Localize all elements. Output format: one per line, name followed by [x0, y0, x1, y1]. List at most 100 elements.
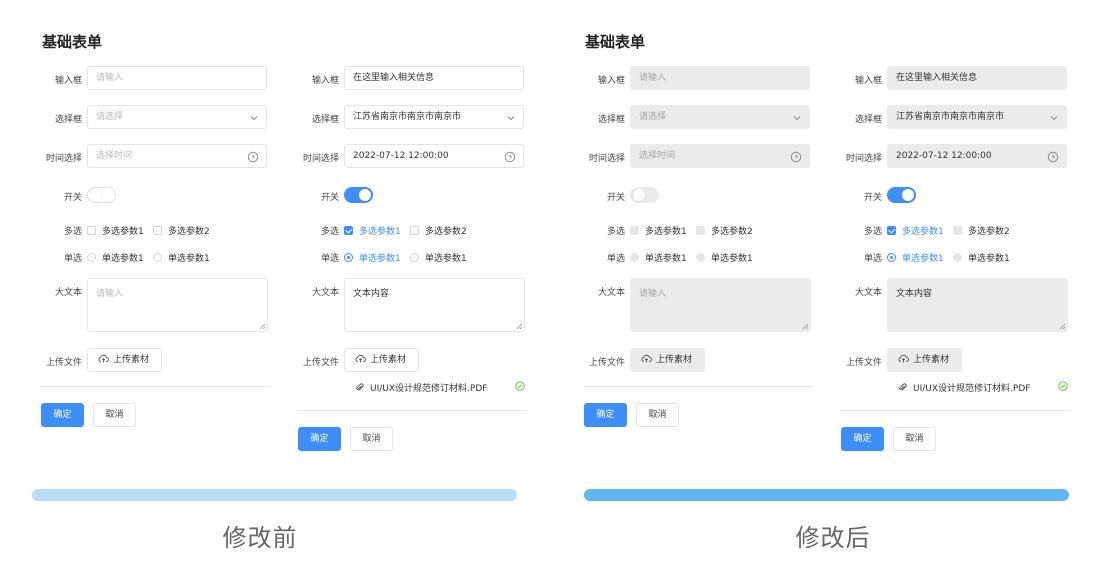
select-label: 选择框 [311, 115, 339, 125]
switch-knob [633, 189, 645, 201]
chevron-down-icon [250, 116, 258, 121]
resize-handle-icon[interactable] [516, 323, 522, 329]
cancel-button[interactable]: 取消 [93, 403, 136, 427]
toggle-switch[interactable] [87, 187, 116, 203]
paperclip-icon [356, 383, 364, 391]
select-dropdown[interactable]: 江苏省南京市南京市南京市 [887, 105, 1067, 129]
confirm-button[interactable]: 确定 [584, 403, 627, 427]
cloud-upload-icon [98, 354, 109, 363]
radio-circle [953, 253, 962, 262]
radio-label: 单选 [320, 254, 339, 264]
radio-option-2[interactable]: 单选参数1 [153, 251, 210, 264]
select-dropdown[interactable]: 请选择 [87, 105, 267, 129]
switch-knob [902, 189, 914, 201]
cancel-button[interactable]: 取消 [350, 427, 393, 451]
textarea-input[interactable]: 请输入 [630, 278, 811, 332]
radio-option-2[interactable]: 单选参数1 [410, 251, 467, 264]
checkbox-option-2[interactable]: 多选参数2 [953, 224, 1010, 237]
resize-handle-icon[interactable] [1059, 323, 1065, 329]
divider [297, 410, 527, 411]
time-label: 时间选择 [588, 154, 625, 164]
divider [40, 386, 270, 387]
upload-button[interactable]: 上传素材 [887, 348, 962, 372]
textarea-input[interactable]: 文本内容 [344, 278, 525, 332]
cloud-upload-icon [641, 354, 652, 363]
panel-after: 基础表单 输入框 请输入 选择框 请选择 时间选择 选择时间 开关 多选 多选参… [543, 0, 1083, 578]
text-input[interactable]: 请输入 [630, 66, 810, 90]
radio-circle [344, 253, 353, 262]
upload-label: 上传文件 [845, 358, 882, 368]
upload-label: 上传文件 [588, 358, 625, 368]
upload-button[interactable]: 上传素材 [630, 348, 705, 372]
textarea-input[interactable]: 文本内容 [887, 278, 1068, 332]
chevron-down-icon [793, 116, 801, 121]
switch-label: 开关 [606, 193, 625, 203]
time-picker[interactable]: 选择时间 [630, 144, 810, 168]
cloud-upload-icon [898, 354, 909, 363]
progress-bar-light [32, 489, 517, 501]
cancel-button[interactable]: 取消 [893, 427, 936, 451]
input-label: 输入框 [597, 76, 625, 86]
radio-option-1[interactable]: 单选参数1 [87, 251, 144, 264]
radio-label: 单选 [63, 254, 82, 264]
toggle-switch[interactable] [887, 187, 916, 203]
time-label: 时间选择 [845, 154, 882, 164]
time-label: 时间选择 [302, 154, 339, 164]
time-picker[interactable]: 2022-07-12 12:00:00 [887, 144, 1067, 168]
chevron-down-icon [1050, 116, 1058, 121]
confirm-button[interactable]: 确定 [41, 403, 84, 427]
radio-option-1[interactable]: 单选参数1 [344, 251, 401, 264]
checkbox-option-1[interactable]: 多选参数1 [887, 224, 944, 237]
confirm-button[interactable]: 确定 [298, 427, 341, 451]
upload-label: 上传文件 [45, 358, 82, 368]
textarea-label: 大文本 [854, 288, 882, 298]
radio-label: 单选 [863, 254, 882, 264]
radio-circle [87, 253, 96, 262]
toggle-switch[interactable] [630, 187, 659, 203]
cancel-button[interactable]: 取消 [636, 403, 679, 427]
input-label: 输入框 [54, 76, 82, 86]
time-picker[interactable]: 选择时间 [87, 144, 267, 168]
select-label: 选择框 [54, 115, 82, 125]
form-title: 基础表单 [42, 33, 103, 51]
chevron-down-icon [507, 116, 515, 121]
uploaded-file[interactable]: UI/UX设计规范修订材料.PDF [898, 381, 1068, 394]
radio-option-1[interactable]: 单选参数1 [630, 251, 687, 264]
resize-handle-icon[interactable] [802, 323, 808, 329]
checkbox-option-1[interactable]: 多选参数1 [87, 224, 144, 237]
radio-option-2[interactable]: 单选参数1 [696, 251, 753, 264]
upload-button[interactable]: 上传素材 [344, 348, 419, 372]
checkbox-box [87, 226, 96, 235]
select-dropdown[interactable]: 江苏省南京市南京市南京市 [344, 105, 524, 129]
checkbox-label: 多选 [63, 227, 82, 237]
checkbox-box [410, 226, 419, 235]
textarea-input[interactable]: 请输入 [87, 278, 268, 332]
toggle-switch[interactable] [344, 187, 373, 203]
form-title: 基础表单 [585, 33, 646, 51]
uploaded-file[interactable]: UI/UX设计规范修订材料.PDF [355, 381, 525, 394]
textarea-label: 大文本 [311, 288, 339, 298]
checkbox-option-2[interactable]: 多选参数2 [153, 224, 210, 237]
radio-option-2[interactable]: 单选参数1 [953, 251, 1010, 264]
confirm-button[interactable]: 确定 [841, 427, 884, 451]
time-picker[interactable]: 2022-07-12 12:00:00 [344, 144, 524, 168]
textarea-label: 大文本 [54, 288, 82, 298]
panel-before: 基础表单 输入框 请输入 选择框 请选择 时间选择 选择时间 开关 多选 多选参… [0, 0, 540, 578]
text-input[interactable]: 请输入 [87, 66, 267, 90]
cloud-upload-icon [355, 354, 366, 363]
checkbox-option-1[interactable]: 多选参数1 [344, 224, 401, 237]
radio-circle [153, 253, 162, 262]
radio-circle [696, 253, 705, 262]
radio-option-1[interactable]: 单选参数1 [887, 251, 944, 264]
radio-circle [887, 253, 896, 262]
checkbox-option-2[interactable]: 多选参数2 [696, 224, 753, 237]
checkbox-option-2[interactable]: 多选参数2 [410, 224, 467, 237]
select-dropdown[interactable]: 请选择 [630, 105, 810, 129]
check-circle-icon [515, 381, 525, 391]
upload-button[interactable]: 上传素材 [87, 348, 162, 372]
resize-handle-icon[interactable] [259, 323, 265, 329]
text-input[interactable]: 在这里输入相关信息 [344, 66, 524, 90]
checkbox-option-1[interactable]: 多选参数1 [630, 224, 687, 237]
clock-icon [504, 151, 516, 163]
text-input[interactable]: 在这里输入相关信息 [887, 66, 1067, 90]
